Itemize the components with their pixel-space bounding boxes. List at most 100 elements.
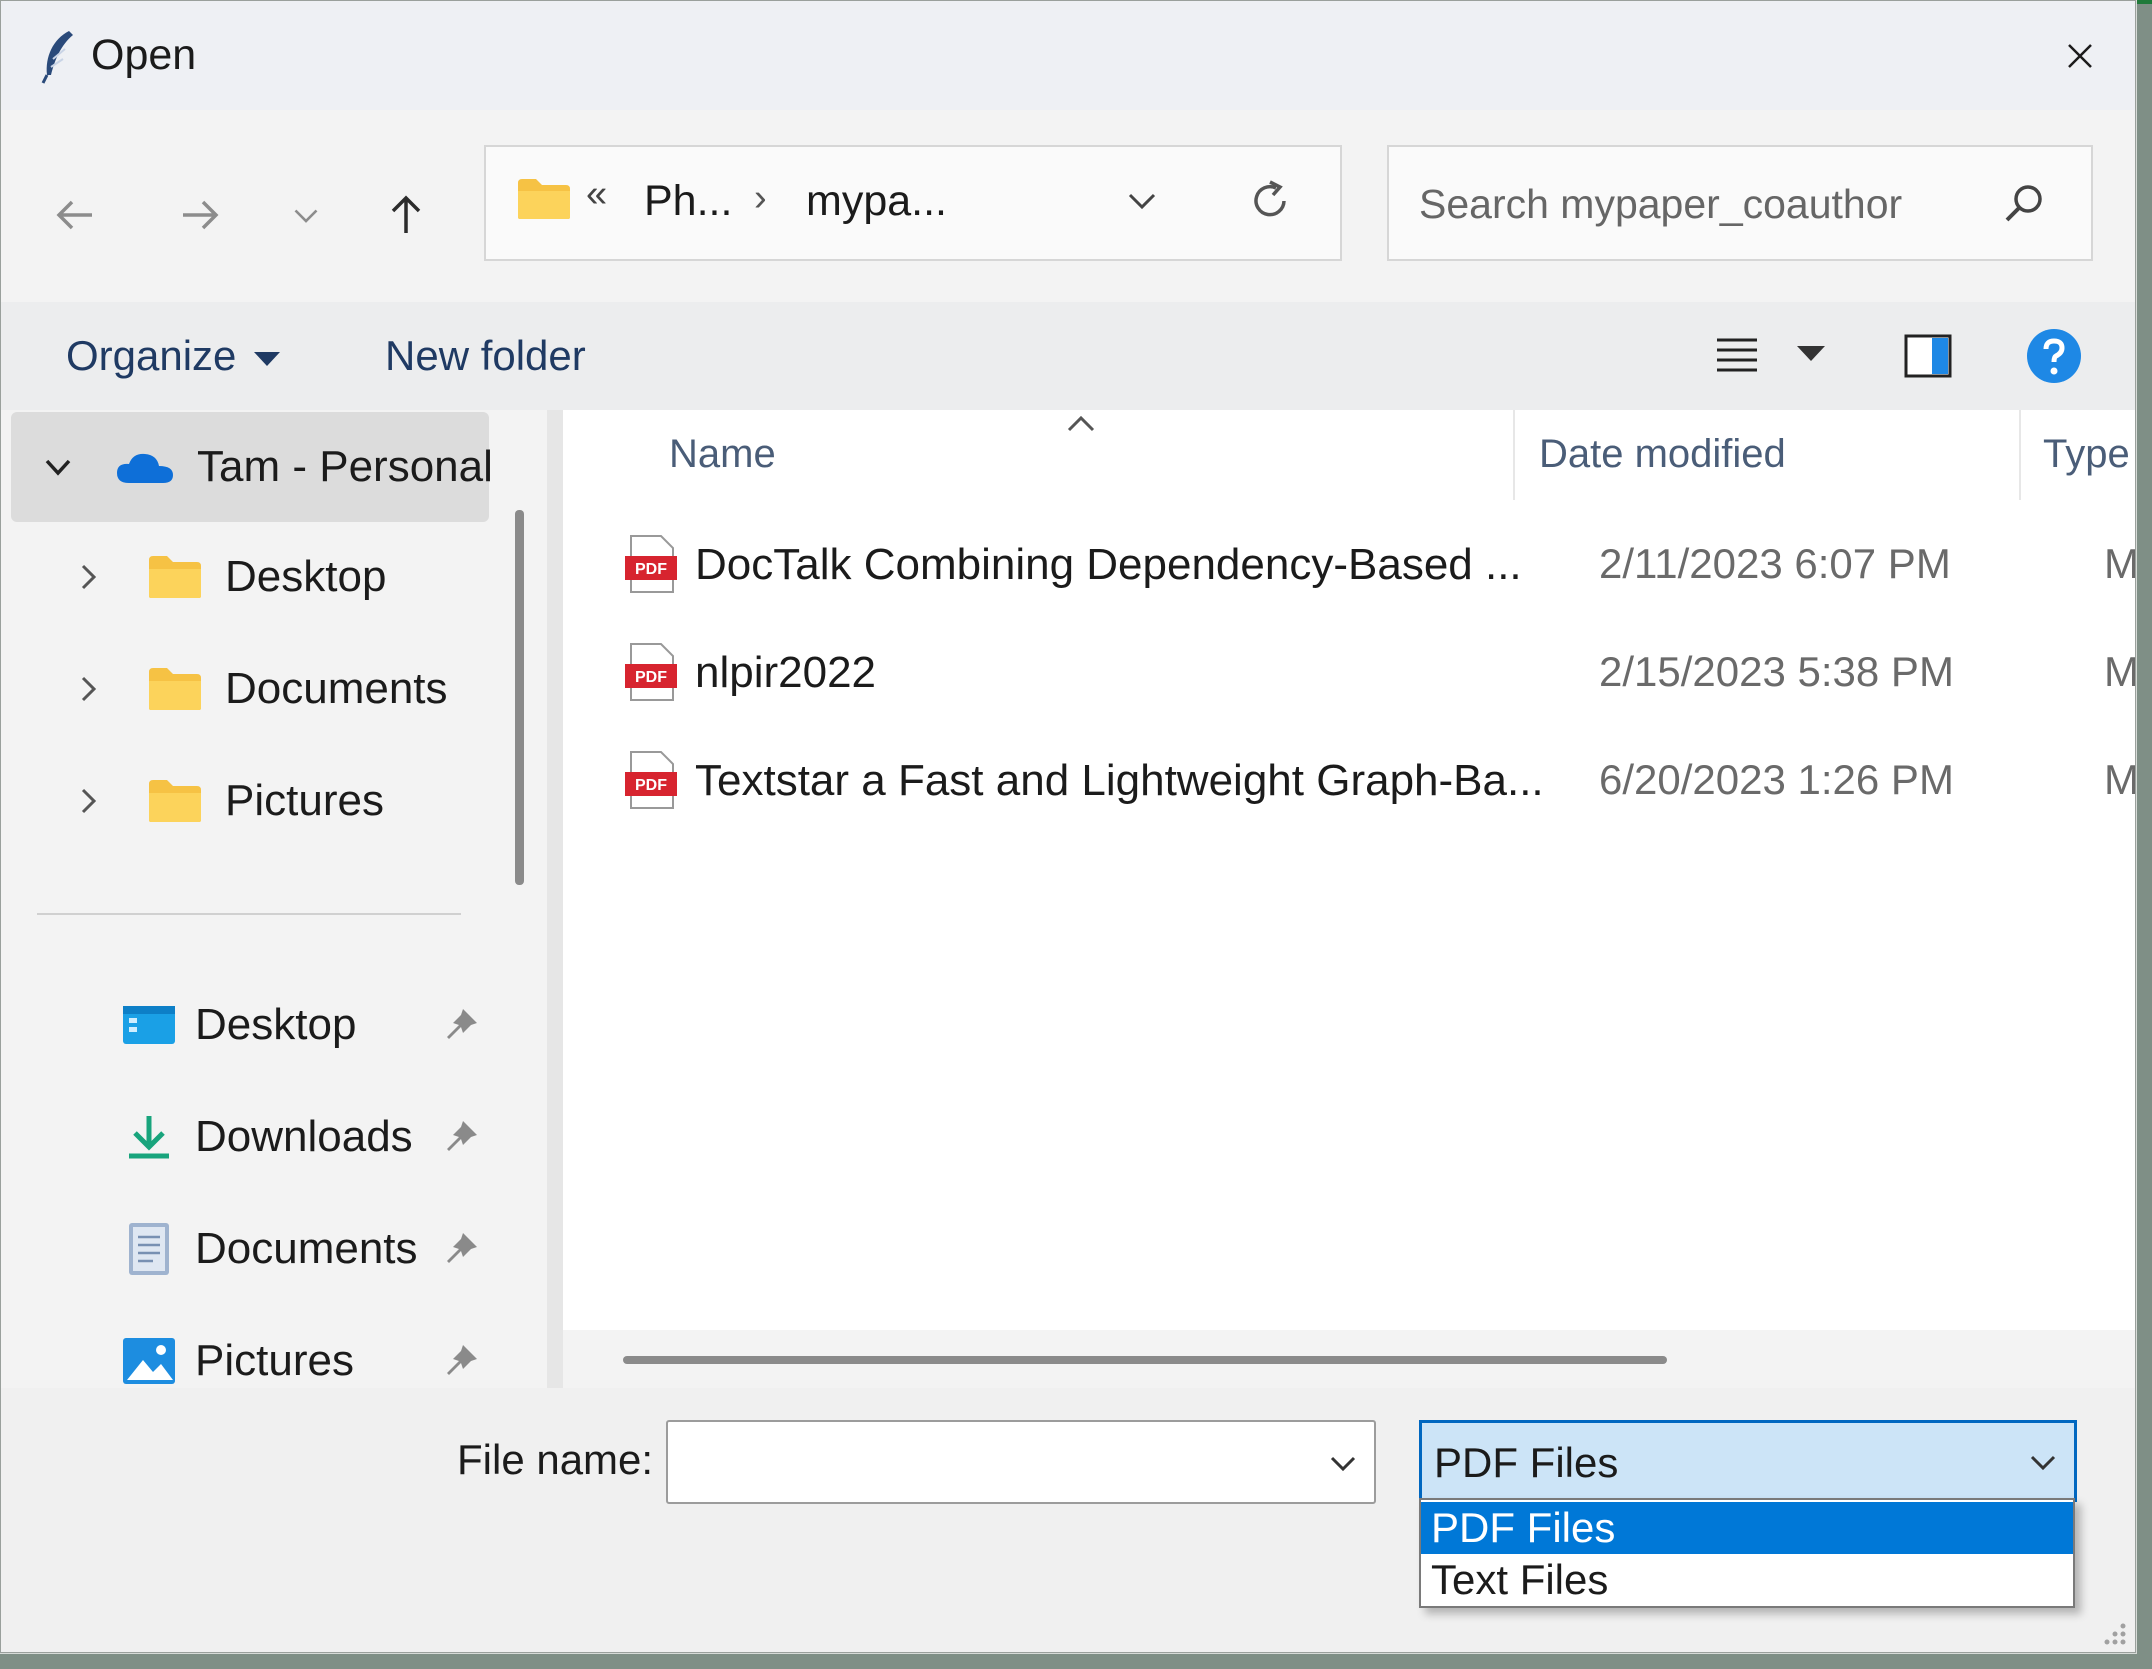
close-icon <box>2068 43 2092 68</box>
refresh-icon[interactable] <box>1246 177 1294 225</box>
file-row[interactable]: PDF DocTalk Combining Dependency-Based .… <box>623 520 2135 610</box>
chevron-down-icon[interactable] <box>43 452 73 482</box>
file-name: Textstar a Fast and Lightweight Graph-Ba… <box>695 756 1544 805</box>
search-placeholder: Search mypaper_coauthor <box>1419 181 1903 227</box>
file-list-horizontal-scrollbar[interactable] <box>623 1356 1667 1364</box>
back-button[interactable] <box>41 180 111 250</box>
tree-item-pictures[interactable]: Pictures <box>73 756 384 846</box>
pin-icon[interactable] <box>441 1117 481 1157</box>
command-bar: Organize New folder <box>1 302 2135 410</box>
file-type: Micro <box>2104 540 2136 587</box>
file-name: nlpir2022 <box>695 648 877 697</box>
forward-button[interactable] <box>164 180 234 250</box>
quick-access-pictures[interactable]: Pictures <box>121 1316 481 1388</box>
column-header-type[interactable]: Type <box>2043 432 2130 477</box>
pin-icon[interactable] <box>441 1005 481 1045</box>
tree-item-documents[interactable]: Documents <box>73 644 448 734</box>
chevron-down-icon[interactable] <box>1124 183 1160 219</box>
list-view-icon[interactable] <box>1713 332 1761 380</box>
breadcrumb-segment[interactable]: Ph... <box>644 177 732 226</box>
quick-access-label: Desktop <box>195 1000 357 1049</box>
navigation-pane: Tam - Personal Desktop Documents Picture… <box>1 410 547 1388</box>
file-name-input[interactable] <box>666 1420 1376 1504</box>
sidebar-scrollbar[interactable] <box>515 510 524 885</box>
svg-text:PDF: PDF <box>635 561 667 578</box>
file-type-option[interactable]: Text Files <box>1421 1554 2073 1606</box>
file-date-modified: 2/15/2023 5:38 PM <box>1599 648 1954 695</box>
column-divider[interactable] <box>2019 410 2021 500</box>
tree-item-onedrive[interactable]: Tam - Personal <box>43 422 493 512</box>
pictures-icon <box>123 1338 175 1384</box>
file-date-modified: 6/20/2023 1:26 PM <box>1599 756 1954 803</box>
chevron-down-icon <box>294 209 318 223</box>
sort-ascending-icon <box>1067 415 1095 432</box>
pdf-file-icon: PDF <box>625 535 677 593</box>
close-button[interactable] <box>2025 1 2135 110</box>
quick-access-downloads[interactable]: Downloads <box>121 1092 481 1182</box>
file-type: Micro <box>2104 756 2136 803</box>
file-date-modified: 2/11/2023 6:07 PM <box>1599 540 1951 587</box>
search-box[interactable]: Search mypaper_coauthor <box>1387 145 2093 261</box>
svg-text:PDF: PDF <box>635 777 667 794</box>
desktop-icon <box>123 1006 175 1044</box>
quick-access-desktop[interactable]: Desktop <box>121 980 481 1070</box>
svg-text:PDF: PDF <box>635 669 667 686</box>
file-name: DocTalk Combining Dependency-Based ... <box>695 540 1522 589</box>
open-dialog: Open « Ph... › mypa... Search mypaper_co… <box>0 0 2136 1653</box>
column-header-date-modified[interactable]: Date modified <box>1539 432 1786 477</box>
tree-item-label: Pictures <box>225 776 384 825</box>
breadcrumb-segment[interactable]: mypa... <box>806 177 947 226</box>
file-type: Micro <box>2104 648 2136 695</box>
column-divider[interactable] <box>1513 410 1515 500</box>
quick-access-label: Downloads <box>195 1112 413 1161</box>
new-folder-button[interactable]: New folder <box>385 332 586 380</box>
file-row[interactable]: PDF Textstar a Fast and Lightweight Grap… <box>623 736 2135 826</box>
breadcrumb-separator[interactable]: › <box>754 177 767 220</box>
resize-grip-icon[interactable] <box>2099 1618 2129 1648</box>
navigation-bar: « Ph... › mypa... Search mypaper_coautho… <box>1 110 2135 302</box>
dialog-title: Open <box>91 31 197 79</box>
recent-locations-button[interactable] <box>271 180 341 250</box>
chevron-right-icon[interactable] <box>73 786 103 816</box>
tree-item-label: Desktop <box>225 552 387 601</box>
chevron-down-icon[interactable] <box>2026 1445 2060 1479</box>
file-type-select[interactable]: PDF Files <box>1419 1420 2077 1502</box>
pdf-file-icon: PDF <box>625 643 677 701</box>
chevron-right-icon[interactable] <box>73 562 103 592</box>
quick-access-label: Documents <box>195 1224 418 1273</box>
pin-icon[interactable] <box>441 1341 481 1381</box>
file-list: Name Date modified Type PDF DocTalk Comb… <box>563 410 2135 1330</box>
address-bar[interactable]: « Ph... › mypa... <box>484 145 1342 261</box>
view-options-caret-icon[interactable] <box>1797 346 1825 361</box>
tree-item-desktop[interactable]: Desktop <box>73 532 386 622</box>
document-icon <box>129 1223 169 1275</box>
feather-icon <box>41 31 73 84</box>
up-button[interactable] <box>371 180 441 250</box>
arrow-up-icon <box>391 195 421 233</box>
column-header-name[interactable]: Name <box>669 432 776 477</box>
file-name-bar: File name: PDF Files PDF Files Text File… <box>1 1388 2135 1652</box>
folder-icon <box>518 179 570 219</box>
caret-down-icon <box>254 351 281 366</box>
pane-splitter[interactable] <box>547 410 563 1388</box>
organize-menu[interactable]: Organize <box>66 332 281 380</box>
title-bar: Open <box>1 1 2135 110</box>
preview-pane-icon[interactable] <box>1904 334 1952 378</box>
help-icon[interactable] <box>2025 327 2083 385</box>
pin-icon[interactable] <box>441 1229 481 1269</box>
file-type-option[interactable]: PDF Files <box>1421 1502 2073 1554</box>
tree-item-label: Tam - Personal <box>197 442 493 491</box>
tree-item-label: Documents <box>225 664 448 713</box>
file-row[interactable]: PDF nlpir2022 2/15/2023 5:38 PM Micro <box>623 628 2135 718</box>
breadcrumb-overflow[interactable]: « <box>586 173 607 216</box>
sidebar-divider <box>37 913 461 915</box>
quick-access-documents[interactable]: Documents <box>121 1204 481 1294</box>
search-icon[interactable] <box>2001 181 2047 227</box>
pdf-file-icon: PDF <box>625 751 677 809</box>
file-type-selected: PDF Files <box>1434 1439 1619 1486</box>
chevron-down-icon[interactable] <box>1326 1446 1360 1480</box>
chevron-right-icon[interactable] <box>73 674 103 704</box>
onedrive-cloud-icon <box>117 453 173 483</box>
folder-icon <box>149 780 201 822</box>
file-type-dropdown-list: PDF Files Text Files <box>1419 1498 2075 1608</box>
